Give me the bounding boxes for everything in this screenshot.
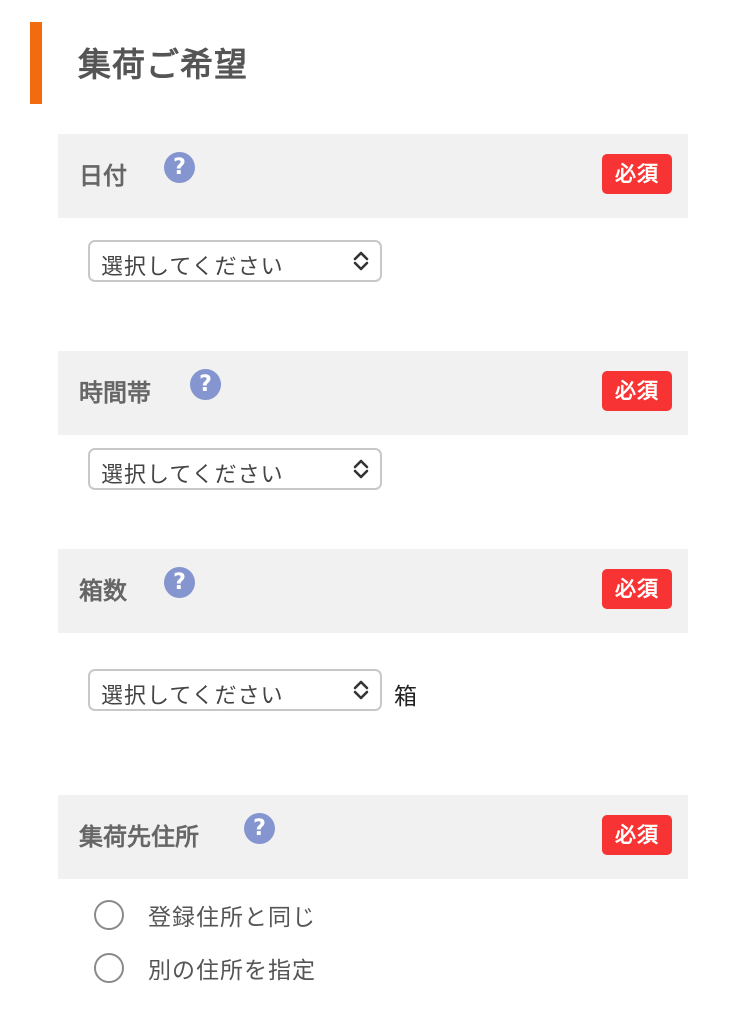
accent-bar <box>30 22 42 104</box>
updown-chevron-icon <box>353 680 369 700</box>
time-slot-select[interactable]: 選択してください <box>88 448 382 490</box>
time-slot-label: 時間帯 <box>79 379 151 407</box>
box-count-label: 箱数 <box>79 577 127 605</box>
radio-circle-icon[interactable] <box>94 953 124 983</box>
radio-label: 別の住所を指定 <box>148 958 316 984</box>
updown-chevron-icon <box>353 251 369 271</box>
date-select[interactable]: 選択してください <box>88 240 382 282</box>
box-count-select[interactable]: 選択してください <box>88 669 382 711</box>
pickup-address-required-badge: 必須 <box>602 815 672 855</box>
time-slot-select-value: 選択してください <box>101 463 284 488</box>
box-count-field-header: 箱数 ? 必須 <box>58 549 688 633</box>
pickup-request-form: 集荷ご希望 日付 ? 必須 選択してください 時間帯 ? 必須 選択してください… <box>0 0 746 1024</box>
box-count-required-badge: 必須 <box>602 569 672 609</box>
time-slot-required-badge: 必須 <box>602 371 672 411</box>
date-help-icon[interactable]: ? <box>164 152 195 183</box>
date-select-value: 選択してください <box>101 255 284 280</box>
pickup-address-help-icon[interactable]: ? <box>244 813 275 844</box>
updown-chevron-icon <box>353 459 369 479</box>
box-count-help-icon[interactable]: ? <box>164 567 195 598</box>
section-title-text: 集荷ご希望 <box>78 45 248 84</box>
box-unit-label: 箱 <box>394 684 417 710</box>
box-count-select-value: 選択してください <box>101 684 284 709</box>
date-field-header: 日付 ? 必須 <box>58 134 688 218</box>
radio-label: 登録住所と同じ <box>148 905 316 931</box>
pickup-address-label: 集荷先住所 <box>79 823 199 851</box>
pickup-address-field-header: 集荷先住所 ? 必須 <box>58 795 688 879</box>
time-slot-field-header: 時間帯 ? 必須 <box>58 351 688 435</box>
time-slot-help-icon[interactable]: ? <box>190 369 221 400</box>
date-required-badge: 必須 <box>602 154 672 194</box>
section-title: 集荷ご希望 <box>30 22 630 104</box>
radio-circle-icon[interactable] <box>94 900 124 930</box>
date-label: 日付 <box>79 162 127 190</box>
